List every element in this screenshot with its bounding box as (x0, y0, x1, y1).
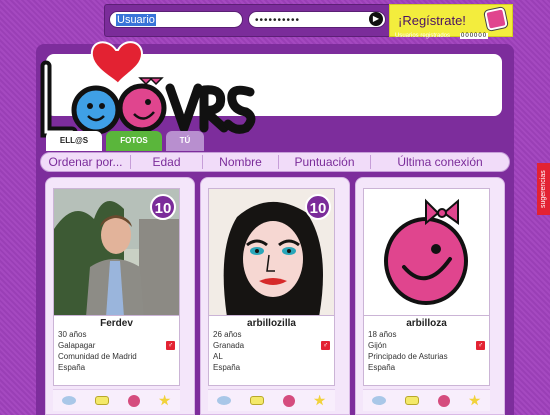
profile-country: España (213, 363, 241, 372)
gift-icon[interactable] (282, 394, 295, 407)
loovrs-logo[interactable] (38, 36, 258, 146)
login-submit-button[interactable]: ▶ (369, 12, 383, 26)
gender-icon: ♂ (321, 341, 330, 350)
profile-age: 30 años (58, 330, 87, 339)
star-icon[interactable] (468, 394, 481, 406)
profile-city: Granada (213, 341, 245, 350)
profile-actions (53, 389, 180, 411)
login-bar: Usuario •••••••••• ▶ ¡Regístrate! Usuari… (104, 4, 513, 39)
profile-name[interactable]: arbillozilla (209, 318, 334, 329)
profile-country: España (368, 363, 396, 372)
tab-fotos[interactable]: FOTOS (106, 131, 162, 151)
header-banner (40, 41, 502, 138)
star-icon[interactable] (313, 394, 326, 406)
score-badge: 10 (305, 194, 331, 220)
profile-region: Comunidad de Madrid (58, 352, 137, 361)
tab-tu[interactable]: TÚ (166, 131, 204, 151)
profile-country: España (58, 363, 86, 372)
chat-icon[interactable] (62, 396, 77, 405)
profile-card[interactable]: 10 Ferdev 30 años Galapagar Comunidad de… (45, 177, 195, 415)
profile-name[interactable]: Ferdev (54, 318, 179, 329)
register-icon (484, 7, 508, 31)
tab-ellos[interactable]: ELL@S (46, 131, 102, 151)
gender-icon: ♂ (166, 341, 175, 350)
profile-card[interactable]: 10 arbillozilla 26 años Granada AL Españ… (200, 177, 350, 415)
suggestions-tab[interactable]: sugerencias (537, 163, 550, 215)
gift-icon[interactable] (127, 394, 140, 407)
profile-photo-popart[interactable]: 10 (208, 188, 335, 316)
register-label: ¡Regístrate! (398, 13, 466, 28)
mail-icon[interactable] (405, 396, 420, 405)
sort-by-last-connection[interactable]: Última conexión (371, 155, 509, 169)
profile-region: Principado de Asturias (368, 352, 448, 361)
profile-info: arbillozilla 26 años Granada AL España ♂ (208, 316, 335, 386)
sort-by-age[interactable]: Edad (131, 155, 203, 169)
profile-photo-man[interactable]: 10 (53, 188, 180, 316)
profile-name[interactable]: arbilloza (364, 318, 489, 329)
sort-label: Ordenar por... (41, 155, 131, 169)
sort-by-name[interactable]: Nombre (203, 155, 279, 169)
sort-bar: Ordenar por... Edad Nombre Puntuación Úl… (40, 152, 510, 172)
gender-icon: ♂ (476, 341, 485, 350)
profile-age: 18 años (368, 330, 397, 339)
chat-icon[interactable] (217, 396, 232, 405)
mail-icon[interactable] (250, 396, 265, 405)
gift-icon[interactable] (437, 394, 450, 407)
profile-city: Galapagar (58, 341, 96, 350)
profile-photo-avatar[interactable] (363, 188, 490, 316)
profile-actions (363, 389, 490, 411)
profile-city: Gijón (368, 341, 387, 350)
profile-card[interactable]: arbilloza 18 años Gijón Principado de As… (355, 177, 505, 415)
star-icon[interactable] (158, 394, 171, 406)
score-badge: 10 (150, 194, 176, 220)
mail-icon[interactable] (95, 396, 110, 405)
profile-info: Ferdev 30 años Galapagar Comunidad de Ma… (53, 316, 180, 386)
username-input[interactable]: Usuario (109, 11, 243, 28)
profile-region: AL (213, 352, 223, 361)
chat-icon[interactable] (372, 396, 387, 405)
password-input[interactable]: •••••••••• (248, 11, 386, 28)
profile-age: 26 años (213, 330, 242, 339)
registered-users-counter: Usuarios registrados 000000 (395, 33, 489, 39)
sort-by-score[interactable]: Puntuación (279, 155, 371, 169)
profile-info: arbilloza 18 años Gijón Principado de As… (363, 316, 490, 386)
profile-actions (208, 389, 335, 411)
